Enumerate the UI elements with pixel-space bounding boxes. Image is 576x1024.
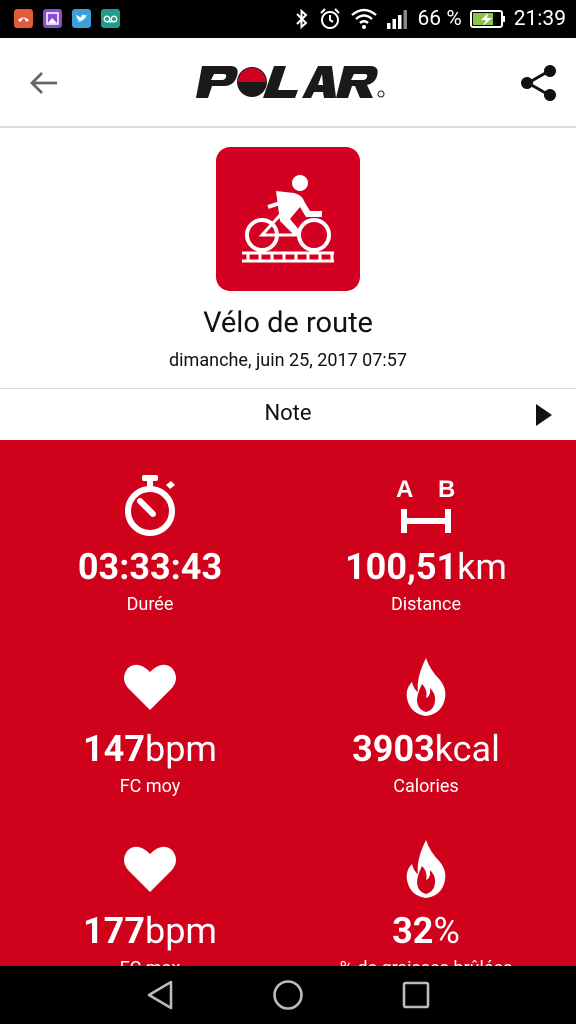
stats-panel: 03:33:43 Durée A B 100,51km Distance 147… [0,440,576,966]
stat-value: 100,51 [345,546,458,588]
heart-icon [124,846,176,892]
battery-charging-icon [469,10,505,28]
nav-back-button[interactable] [142,977,178,1013]
stopwatch-icon [125,475,175,536]
training-date: dimanche, juin 25, 2017 07:57 [169,350,407,371]
play-arrow-icon [536,404,552,426]
heart-icon [124,664,176,710]
missed-call-icon [14,9,33,28]
share-icon [521,65,556,101]
voicemail-icon [101,9,120,28]
stat-fat-burn: 32% % de graisses brûlées [282,836,570,966]
clock: 21:39 [513,7,566,31]
stat-value: 03:33:43 [77,546,223,588]
arrow-left-icon [30,72,57,94]
stat-unit: bpm [144,910,217,952]
stat-unit: % [433,910,460,952]
stat-label: Distance [390,594,462,615]
signal-icon [386,10,407,29]
stat-value: 147 [83,728,145,770]
nav-recents-button[interactable] [398,977,434,1013]
wifi-icon [350,8,377,29]
note-row[interactable]: Note [0,388,576,440]
share-button[interactable] [516,60,562,106]
flame-icon [406,658,446,716]
square-recents-icon [402,981,430,1009]
stat-duration: 03:33:43 Durée [6,472,294,615]
stat-avg-hr: 147bpm FC moy [6,654,294,797]
stat-label: FC moy [119,776,181,797]
bluetooth-icon [295,8,307,30]
polar-logo [194,62,386,102]
stat-label: Durée [126,594,174,615]
flame-icon [406,840,446,898]
nav-home-button[interactable] [270,977,306,1013]
stat-max-hr: 177bpm FC max [6,836,294,966]
stat-distance: A B 100,51km Distance [282,472,570,615]
app-header [0,38,576,128]
stat-unit: bpm [144,728,217,770]
alarm-icon [319,8,340,29]
triangle-back-icon [147,980,173,1010]
stat-label: % de graisses brûlées [282,958,570,966]
distance-ab-icon: A B [396,476,455,533]
stat-value: 3903 [352,728,435,770]
twitter-icon [72,9,91,28]
note-label: Note [264,401,312,426]
stat-unit: km [457,546,507,588]
svg-text:A: A [396,476,413,503]
training-summary: Vélo de route dimanche, juin 25, 2017 07… [0,128,576,388]
circle-home-icon [273,980,303,1010]
back-button[interactable] [22,64,66,102]
stat-value: 32 [392,910,434,952]
navigation-bar [0,966,576,1024]
road-bike-icon [216,147,360,291]
sport-name: Vélo de route [203,306,373,340]
stat-label: Calories [393,776,459,797]
gallery-icon [43,9,62,28]
battery-percent: 66 % [417,7,462,31]
stat-unit: kcal [434,728,500,770]
stat-label: FC max [6,958,294,966]
svg-text:B: B [438,476,455,503]
stat-calories: 3903kcal Calories [282,654,570,797]
status-bar: 66 % 21:39 [0,0,576,38]
stat-value: 177 [83,910,145,952]
